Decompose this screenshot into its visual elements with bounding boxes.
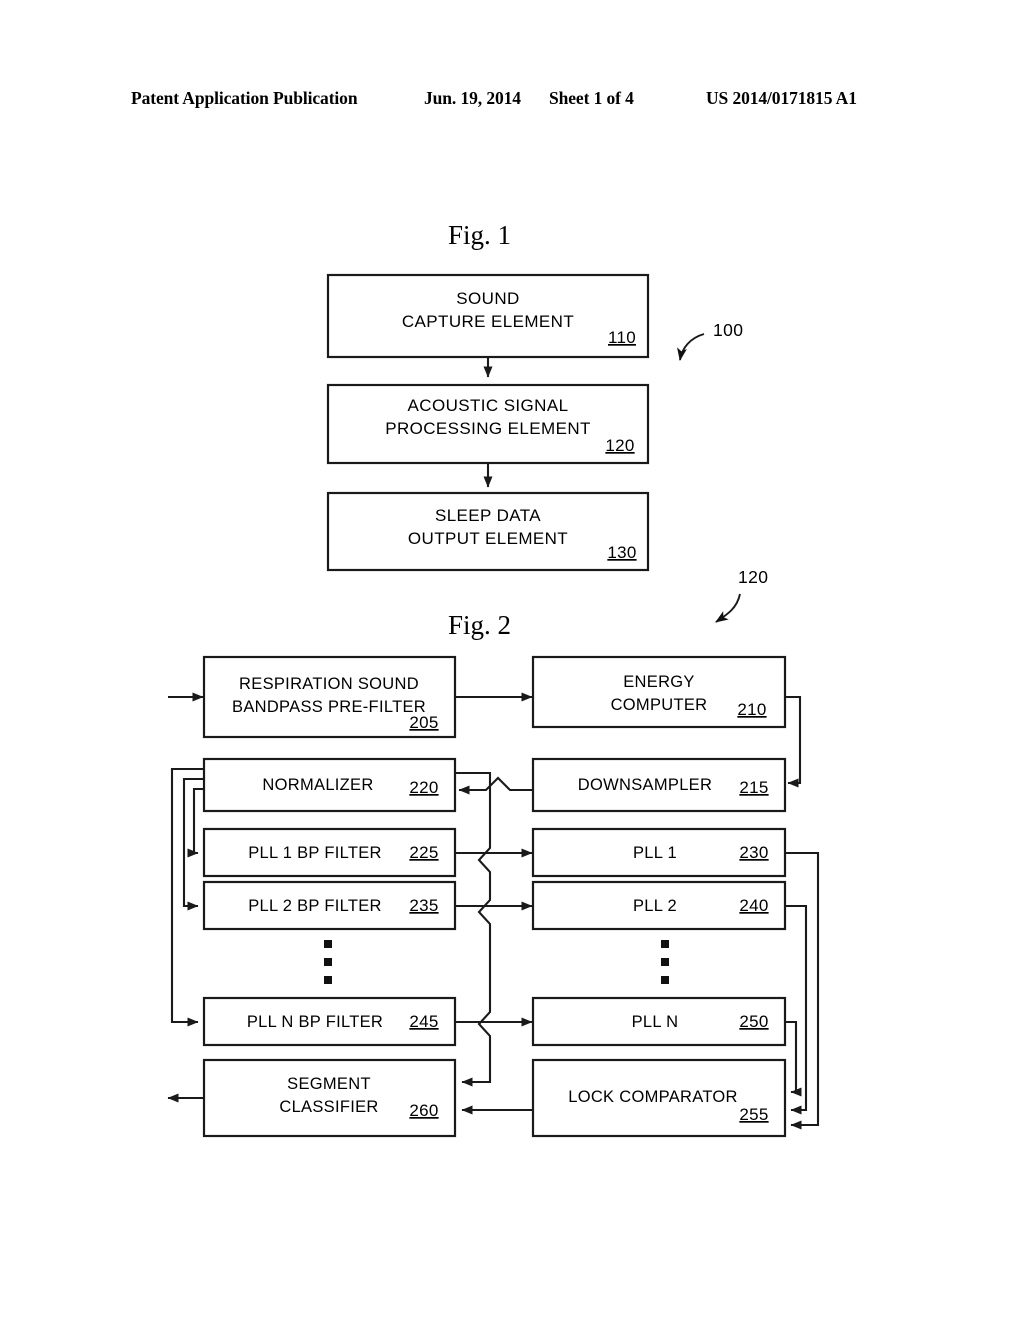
fig2-block-255-refnum: 255	[739, 1105, 768, 1124]
fig1-block-120-line-1: ACOUSTIC SIGNAL	[408, 396, 569, 415]
fig1-callout-100-label: 100	[713, 320, 743, 340]
fig1-block-110-line-2: CAPTURE ELEMENT	[402, 312, 574, 331]
fig2-block-260-line-1: SEGMENT	[287, 1075, 371, 1093]
fig2-block-220-label: NORMALIZER	[262, 776, 373, 794]
fig1-block-130-refnum: 130	[607, 543, 636, 562]
fig2-ellipsis-right	[661, 940, 669, 984]
fig2-feedback-pll-1-to-lock-comparator	[785, 851, 820, 1130]
fig2-block-225-refnum: 225	[409, 843, 438, 862]
fig2-arrow-215-to-220	[458, 776, 533, 795]
fig2-block-segment-classifier: SEGMENT CLASSIFIER 260	[202, 1058, 457, 1138]
figure-1-group: SOUND CAPTURE ELEMENT 110 ACOUSTIC SIGNA…	[326, 273, 743, 572]
fig2-block-220-refnum: 220	[409, 778, 438, 797]
fig2-arrow-210-to-215	[785, 695, 802, 788]
fig1-block-120-line-2: PROCESSING ELEMENT	[385, 419, 591, 438]
fig2-feedback-normalizer-to-pll-n-bp-filter	[170, 767, 204, 1027]
fig2-block-205-refnum: 205	[409, 713, 438, 732]
fig2-block-240-label: PLL 2	[633, 897, 677, 915]
fig2-block-pll-1-bp-filter: PLL 1 BP FILTER 225	[202, 827, 457, 878]
fig2-block-pll-n: PLL N 250	[531, 996, 787, 1047]
fig2-block-pll-1: PLL 1 230	[531, 827, 787, 878]
fig2-feedback-pll-n-to-lock-comparator	[785, 1020, 802, 1097]
fig1-block-acoustic-signal-processing-element: ACOUSTIC SIGNAL PROCESSING ELEMENT 120	[326, 383, 650, 465]
fig2-block-215-refnum: 215	[739, 778, 768, 797]
fig2-block-normalizer: NORMALIZER 220	[202, 757, 457, 813]
fig1-block-110-line-1: SOUND	[456, 289, 519, 308]
fig2-block-230-label: PLL 1	[633, 844, 677, 862]
fig2-block-pll-2: PLL 2 240	[531, 880, 787, 931]
fig2-bus-normalizer-to-segment-classifier	[455, 771, 492, 1087]
fig1-block-130-line-1: SLEEP DATA	[435, 506, 541, 525]
fig2-block-210-line-1: ENERGY	[623, 673, 694, 691]
fig2-block-250-refnum: 250	[739, 1012, 768, 1031]
fig1-block-110-refnum: 110	[608, 328, 636, 347]
fig2-block-pll-2-bp-filter: PLL 2 BP FILTER 235	[202, 880, 457, 931]
fig2-block-respiration-sound-bandpass-pre-filter: RESPIRATION SOUND BANDPASS PRE-FILTER 20…	[202, 655, 457, 739]
fig2-block-235-label: PLL 2 BP FILTER	[248, 897, 382, 915]
fig2-block-downsampler: DOWNSAMPLER 215	[531, 757, 787, 813]
fig2-block-260-line-2: CLASSIFIER	[279, 1098, 378, 1116]
fig2-feedback-normalizer-to-pll-1-bp-filter	[187, 787, 204, 858]
fig2-block-255-label: LOCK COMPARATOR	[568, 1088, 738, 1106]
fig2-callout-120: 120	[715, 567, 768, 623]
fig2-block-245-label: PLL N BP FILTER	[247, 1013, 383, 1031]
fig2-block-260-refnum: 260	[409, 1101, 438, 1120]
fig2-block-lock-comparator: LOCK COMPARATOR 255	[531, 1058, 787, 1138]
fig2-callout-120-label: 120	[738, 567, 768, 587]
figures-svg: SOUND CAPTURE ELEMENT 110 ACOUSTIC SIGNA…	[167, 273, 820, 1138]
fig2-block-210-line-2: COMPUTER	[611, 696, 708, 714]
fig2-block-205-line-2: BANDPASS PRE-FILTER	[232, 698, 426, 716]
fig2-block-245-refnum: 245	[409, 1012, 438, 1031]
fig2-block-235-refnum: 235	[409, 896, 438, 915]
fig2-callout-120-leader	[715, 593, 741, 623]
patent-drawing-page: Patent Application Publication Jun. 19, …	[0, 0, 1024, 1320]
fig2-block-energy-computer: ENERGY COMPUTER 210	[531, 655, 787, 729]
fig1-block-120-refnum: 120	[605, 436, 634, 455]
fig1-block-sound-capture-element: SOUND CAPTURE ELEMENT 110	[326, 273, 650, 359]
fig2-block-210-refnum: 210	[737, 700, 766, 719]
fig2-ellipsis-left	[324, 940, 332, 984]
figure-2-group: 120 RESPIRATION SOUND BANDPASS PRE-FILTE…	[167, 567, 820, 1138]
fig2-block-pll-n-bp-filter: PLL N BP FILTER 245	[202, 996, 457, 1047]
fig1-callout-100-leader	[677, 333, 705, 361]
fig2-block-250-label: PLL N	[632, 1013, 679, 1031]
fig2-block-205-line-1: RESPIRATION SOUND	[239, 675, 419, 693]
fig2-block-225-label: PLL 1 BP FILTER	[248, 844, 382, 862]
fig2-block-240-refnum: 240	[739, 896, 768, 915]
fig1-block-130-line-2: OUTPUT ELEMENT	[408, 529, 568, 548]
fig1-callout-100: 100	[677, 320, 743, 361]
fig2-block-215-label: DOWNSAMPLER	[578, 776, 712, 794]
fig1-block-sleep-data-output-element: SLEEP DATA OUTPUT ELEMENT 130	[326, 491, 650, 572]
fig2-block-230-refnum: 230	[739, 843, 768, 862]
